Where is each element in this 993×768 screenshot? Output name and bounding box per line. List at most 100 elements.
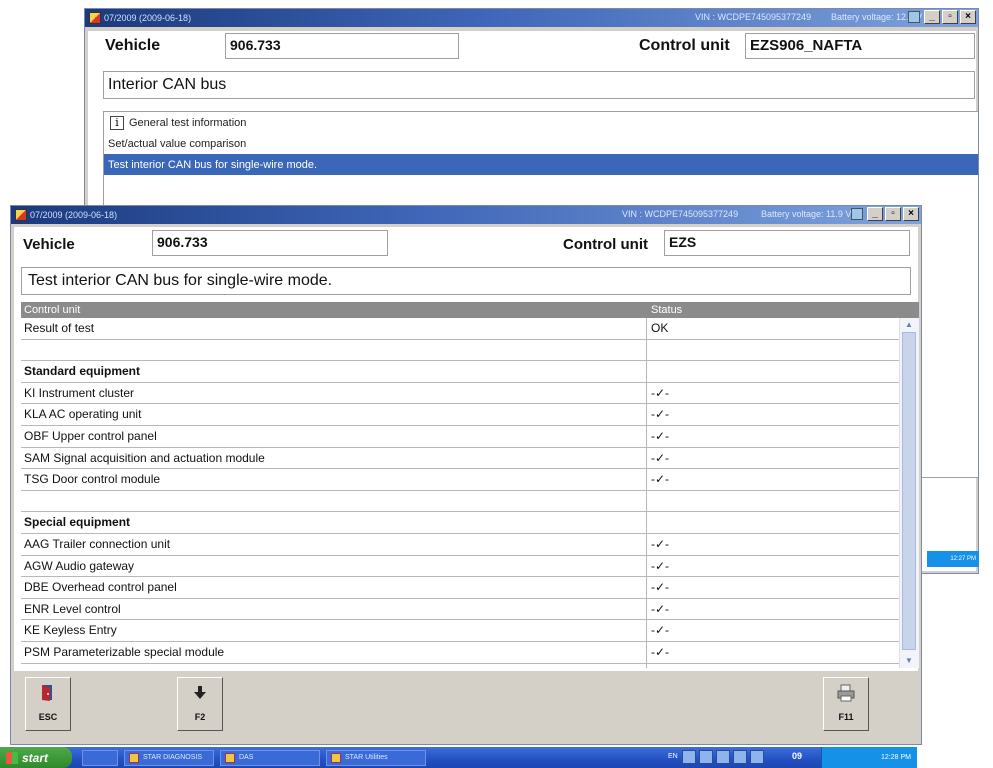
table-row bbox=[21, 339, 899, 362]
menu-item-single-wire-test[interactable]: Test interior CAN bus for single-wire mo… bbox=[104, 154, 978, 175]
row-status: -✓- bbox=[651, 644, 670, 659]
taskbar: start STAR DIAGNOSIS DAS STAR Utilities … bbox=[0, 747, 917, 768]
test-title: Test interior CAN bus for single-wire mo… bbox=[21, 267, 911, 295]
task-das[interactable]: DAS bbox=[220, 749, 320, 766]
front-window-title: 07/2009 (2009-06-18) bbox=[30, 210, 118, 220]
shield-icon[interactable] bbox=[716, 750, 730, 764]
minimize-icon[interactable]: _ bbox=[924, 10, 940, 24]
battery-icon bbox=[908, 11, 920, 23]
row-control-unit: Standard equipment bbox=[21, 361, 647, 382]
control-unit-field: EZS bbox=[664, 230, 910, 256]
esc-label: ESC bbox=[38, 712, 58, 722]
app-icon bbox=[225, 752, 235, 763]
arrow-icon[interactable] bbox=[750, 750, 764, 764]
row-status: -✓- bbox=[651, 385, 670, 400]
row-status: -✓- bbox=[651, 558, 670, 573]
menu-item-label: Test interior CAN bus for single-wire mo… bbox=[108, 158, 318, 171]
menu-item-set-actual[interactable]: Set/actual value comparison bbox=[104, 133, 978, 154]
menu-item-general-info[interactable]: i General test information bbox=[104, 112, 978, 133]
front-window-titlebar[interactable]: 07/2009 (2009-06-18) VIN : WCDPE74509537… bbox=[11, 206, 921, 224]
table-row: Result of test OK bbox=[21, 318, 899, 340]
back-tray: 12:27 PM bbox=[927, 551, 979, 567]
display-icon[interactable] bbox=[699, 750, 713, 764]
tray-counter: 09 bbox=[792, 751, 803, 761]
app-icon bbox=[331, 752, 341, 763]
f2-button[interactable]: F2 bbox=[177, 677, 223, 731]
control-unit-label: Control unit bbox=[639, 37, 730, 54]
minimize-icon[interactable]: _ bbox=[867, 207, 883, 221]
row-control-unit: Special equipment bbox=[21, 512, 647, 533]
control-unit-field: EZS906_NAFTA bbox=[745, 33, 975, 59]
scroll-up-icon[interactable]: ▲ bbox=[903, 319, 915, 331]
table-row bbox=[21, 490, 899, 513]
table-row: DBE Overhead control panel -✓- bbox=[21, 577, 899, 599]
table-row: ENR Level control -✓- bbox=[21, 598, 899, 621]
column-header-status: Status bbox=[651, 304, 683, 316]
table-scrollbar[interactable]: ▲ ▼ bbox=[899, 318, 919, 668]
f2-label: F2 bbox=[194, 712, 206, 722]
row-control-unit: OBF Upper control panel bbox=[21, 425, 647, 447]
row-control-unit: KI Instrument cluster bbox=[21, 382, 647, 404]
restore-icon[interactable]: ▫ bbox=[942, 10, 958, 24]
row-control-unit bbox=[21, 490, 647, 512]
back-window-titlebar[interactable]: 07/2009 (2009-06-18) VIN : WCDPE74509537… bbox=[85, 9, 978, 27]
task-label: STAR Utilities bbox=[345, 754, 388, 761]
row-control-unit: KE Keyless Entry bbox=[21, 620, 647, 641]
row-control-unit: PTC Electric heater booster bbox=[21, 663, 647, 668]
back-vin-text: VIN : WCDPE745095377249 bbox=[695, 12, 812, 22]
esc-button[interactable]: ESC bbox=[25, 677, 71, 731]
quicklaunch-icon[interactable] bbox=[82, 749, 118, 766]
start-button[interactable]: start bbox=[0, 747, 72, 768]
device-icon[interactable] bbox=[733, 750, 747, 764]
section-title: Interior CAN bus bbox=[103, 71, 975, 99]
system-tray: 12:28 PM bbox=[821, 747, 917, 768]
row-status bbox=[647, 491, 899, 512]
row-control-unit: ENR Level control bbox=[21, 598, 647, 620]
app-icon bbox=[129, 752, 139, 763]
foreground-window: 07/2009 (2009-06-18) VIN : WCDPE74509537… bbox=[10, 205, 922, 745]
table-row: KE Keyless Entry -✓- bbox=[21, 620, 899, 642]
vehicle-label: Vehicle bbox=[105, 37, 161, 54]
row-control-unit: AAG Trailer connection unit bbox=[21, 533, 647, 555]
table-row: AAG Trailer connection unit -✓- bbox=[21, 533, 899, 556]
tray-clock: 12:28 PM bbox=[881, 754, 911, 761]
table-row: Special equipment bbox=[21, 512, 899, 534]
row-status bbox=[647, 361, 899, 382]
row-status: OK bbox=[651, 321, 669, 335]
vehicle-field: 906.733 bbox=[225, 33, 459, 59]
row-status: -✓- bbox=[651, 580, 670, 595]
row-status: -✓- bbox=[651, 407, 670, 422]
task-label: STAR DIAGNOSIS bbox=[143, 754, 202, 761]
table-row: SAM Signal acquisition and actuation mod… bbox=[21, 447, 899, 470]
network-icon[interactable] bbox=[682, 750, 696, 764]
control-unit-label: Control unit bbox=[563, 236, 648, 253]
row-control-unit: PSM Parameterizable special module bbox=[21, 641, 647, 663]
tray-icons bbox=[682, 750, 764, 764]
close-icon[interactable]: × bbox=[903, 207, 919, 221]
restore-icon[interactable]: ▫ bbox=[885, 207, 901, 221]
task-star-utilities[interactable]: STAR Utilities bbox=[326, 749, 426, 766]
row-status bbox=[647, 512, 899, 533]
vehicle-field: 906.733 bbox=[152, 230, 388, 256]
exit-door-icon bbox=[26, 678, 70, 708]
scrollbar-thumb[interactable] bbox=[902, 332, 916, 650]
windows-logo-icon bbox=[6, 751, 18, 764]
table-row: Standard equipment bbox=[21, 361, 899, 383]
front-vin-text: VIN : WCDPE745095377249 bbox=[622, 209, 739, 219]
table-row: KLA AC operating unit -✓- bbox=[21, 404, 899, 426]
table-row: TSG Door control module -✓- bbox=[21, 469, 899, 491]
row-control-unit: DBE Overhead control panel bbox=[21, 577, 647, 598]
table-row: OBF Upper control panel -✓- bbox=[21, 425, 899, 448]
row-control-unit: AGW Audio gateway bbox=[21, 555, 647, 577]
menu-item-label: General test information bbox=[129, 116, 247, 129]
close-icon[interactable]: × bbox=[960, 10, 976, 24]
row-status: -✓- bbox=[647, 664, 899, 669]
language-indicator[interactable]: EN bbox=[668, 753, 678, 760]
vehicle-label: Vehicle bbox=[23, 236, 75, 253]
app-icon bbox=[15, 209, 27, 221]
table-header: Control unit Status bbox=[21, 302, 919, 318]
f11-button[interactable]: F11 bbox=[823, 677, 869, 731]
task-star-diagnosis[interactable]: STAR DIAGNOSIS bbox=[124, 749, 214, 766]
scroll-down-icon[interactable]: ▼ bbox=[903, 655, 915, 667]
row-control-unit: KLA AC operating unit bbox=[21, 404, 647, 425]
